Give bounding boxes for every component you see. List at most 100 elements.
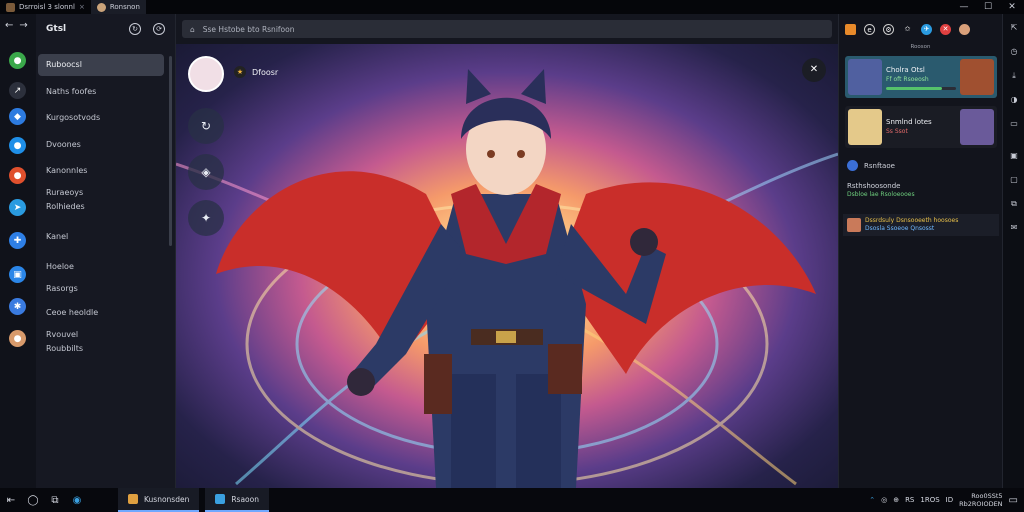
refresh-icon[interactable]: ↻: [129, 23, 141, 35]
window-icon[interactable]: ▣: [9, 266, 26, 283]
sidebar-item[interactable]: Dvoones: [38, 134, 164, 156]
extension-star-icon[interactable]: ✩: [902, 24, 913, 35]
tab-strip: Dsrroisl 3 slonnl × Ronsnon — ☐ ✕: [0, 0, 1024, 14]
notification-thumbnail: [847, 218, 861, 232]
list-item[interactable]: Snmlnd lotes Ss Ssot: [845, 106, 997, 148]
card-subtitle: Ff oft Rsoeosh: [886, 75, 929, 83]
tray-item[interactable]: ⊕: [893, 496, 899, 504]
search-icon[interactable]: ◯: [22, 488, 44, 512]
gear-blue-icon[interactable]: ✱: [9, 298, 26, 315]
address-bar[interactable]: ⌂ Sse Hstobe bto Rsnifoon: [182, 20, 832, 38]
forward-button[interactable]: →: [19, 20, 27, 44]
repost-icon[interactable]: ↻: [188, 108, 224, 144]
sidebar-item[interactable]: Ruraeoys Rolhiedes: [38, 182, 164, 218]
share-icon[interactable]: ⇱: [1008, 22, 1020, 34]
card-avatar-right: [960, 59, 994, 95]
x-share-button[interactable]: ✕: [802, 58, 826, 82]
progress-fill: [886, 86, 942, 90]
profile-avatar[interactable]: [188, 56, 224, 92]
edge-icon[interactable]: ◉: [66, 488, 88, 512]
clock-line: Rb2ROIODEN: [959, 500, 1003, 508]
tab-icon[interactable]: ▭: [1008, 118, 1020, 130]
sidebar-item[interactable]: Naths foofes: [38, 81, 164, 103]
address-text: Sse Hstobe bto Rsnifoon: [202, 24, 295, 34]
image-icon[interactable]: ▣: [1008, 150, 1020, 162]
card-subtitle: Ss Ssot: [886, 128, 908, 135]
extension-icons: e ⚙ ✩ ✈ ✕: [839, 14, 1002, 44]
gift-icon[interactable]: ✦: [188, 200, 224, 236]
minimize-button[interactable]: —: [952, 0, 976, 14]
section-row[interactable]: Rsnftaoe: [847, 160, 895, 171]
shield-icon[interactable]: ◈: [188, 154, 224, 190]
sidebar-item[interactable]: Kanonnles: [38, 160, 164, 182]
blue-app-icon[interactable]: ●: [9, 137, 26, 154]
maximize-button[interactable]: ☐: [976, 0, 1000, 14]
sidebar-item[interactable]: Ceoe heoldle: [38, 302, 164, 324]
notification-icon[interactable]: ▭: [1009, 495, 1018, 506]
red-app-icon[interactable]: ●: [9, 167, 26, 184]
panel-title: Gtsl: [46, 24, 67, 34]
settings-icon[interactable]: ⟳: [153, 23, 165, 35]
download-icon[interactable]: ⤓: [1008, 70, 1020, 82]
system-tray: ⌃ ◎ ⊕ RS 1ROS ID Roo0SSt5 Rb2ROIODEN ▭: [869, 492, 1024, 508]
sidebar-item[interactable]: Kurgosotvods: [38, 107, 164, 129]
app-label: Rsaoon: [231, 494, 259, 504]
sidebar-item[interactable]: Hoeloe: [38, 256, 164, 278]
extension-blue-icon[interactable]: ✈: [921, 23, 932, 35]
taskbar-app[interactable]: Kusnonsden: [118, 488, 200, 512]
telegram-icon[interactable]: ➤: [9, 199, 26, 216]
list-item[interactable]: Cholra Otsl Ff oft Rsoeosh: [845, 56, 997, 98]
share-icon[interactable]: ↗: [9, 82, 26, 99]
tray-item[interactable]: ◎: [881, 496, 887, 504]
taskbar: ⇤ ◯ ⧉ ◉ Kusnonsden Rsaoon ⌃ ◎ ⊕ RS 1ROS …: [0, 488, 1024, 512]
author-label: Dfoosr: [252, 67, 279, 77]
extension-circle-icon[interactable]: e: [864, 23, 875, 35]
mail-icon[interactable]: ✉: [1008, 222, 1020, 234]
close-window-button[interactable]: ✕: [1000, 0, 1024, 14]
back-button[interactable]: ←: [5, 20, 13, 44]
extension-gear-icon[interactable]: ⚙: [883, 23, 894, 35]
puzzle-icon[interactable]: ✚: [9, 232, 26, 249]
extension-user-icon[interactable]: [959, 23, 970, 35]
sidebar-item[interactable]: Kanel: [38, 226, 164, 248]
window-icon[interactable]: ▢: [1008, 174, 1020, 186]
green-app-icon[interactable]: ●: [9, 52, 26, 69]
extension-red-icon[interactable]: ✕: [940, 23, 951, 35]
close-icon[interactable]: ×: [79, 3, 85, 11]
section-row[interactable]: Rsthshoosonde Dsbloe lae Rsoloeooes: [847, 182, 915, 198]
left-icon-rail: ← → ● ↗ ◆ ● ● ➤ ✚ ▣ ✱ ●: [0, 14, 36, 488]
tray-item[interactable]: ⌃: [869, 496, 875, 504]
tab-1[interactable]: Dsrroisl 3 slonnl ×: [0, 0, 91, 14]
user-avatar-icon[interactable]: ●: [9, 330, 26, 347]
scrollbar[interactable]: [169, 56, 172, 246]
sidebar-item[interactable]: Rasorgs: [38, 278, 164, 300]
history-icon[interactable]: ◑: [1008, 94, 1020, 106]
notification-item[interactable]: Dssrdsuly Dsnsooeeth hoosoes Dsosla Ssoe…: [843, 214, 999, 236]
tab-2[interactable]: Ronsnon: [90, 0, 146, 14]
clock[interactable]: Roo0SSt5 Rb2ROIODEN: [959, 492, 1002, 508]
card-avatar: [848, 109, 882, 145]
back-icon[interactable]: ⇤: [0, 488, 22, 512]
tray-item[interactable]: RS: [905, 496, 914, 504]
sidebar-item[interactable]: Rvouvel Roubbilts: [38, 324, 164, 360]
author-name[interactable]: ★ Dfoosr: [234, 66, 278, 78]
progress-bar: [886, 86, 956, 90]
section-sublabel: Dsbloe lae Rsoloeooes: [847, 191, 915, 198]
sidebar-item[interactable]: Ruboocsl: [38, 54, 164, 76]
tray-item[interactable]: ID: [946, 496, 953, 504]
window-controls: — ☐ ✕: [952, 0, 1024, 14]
blue-bird-icon[interactable]: ◆: [9, 108, 26, 125]
tray-item[interactable]: 1ROS: [920, 496, 939, 504]
section-label: Rsthshoosonde: [847, 182, 901, 190]
artwork-illustration: [176, 69, 838, 488]
app-icon: [215, 494, 226, 504]
taskbar-app[interactable]: Rsaoon: [205, 488, 269, 512]
tab-favicon: [96, 2, 106, 12]
main-artwork: ★ Dfoosr ↻ ◈ ✦ ✕: [176, 44, 838, 488]
section-label: Rsnftaoe: [864, 161, 895, 170]
panel-label: Rooson: [910, 44, 931, 50]
copy-icon[interactable]: ⧉: [1008, 198, 1020, 210]
task-view-icon[interactable]: ⧉: [44, 488, 66, 512]
extension-orange-icon[interactable]: [845, 23, 856, 35]
bookmark-icon[interactable]: ◷: [1008, 46, 1020, 58]
